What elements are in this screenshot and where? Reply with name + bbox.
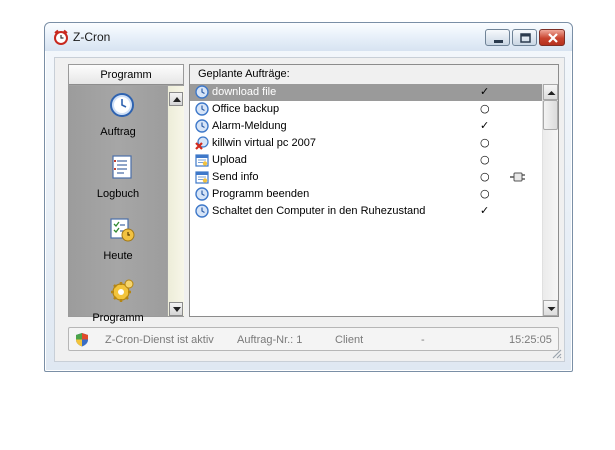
minimize-icon (494, 40, 503, 43)
window-title: Z-Cron (73, 30, 111, 44)
task-row[interactable]: Schaltet den Computer in den Ruhezustand… (190, 203, 542, 220)
clock-icon (110, 93, 134, 117)
task-status: ○ (480, 102, 490, 115)
nav-items: Auftrag Logbuch Heute Programm (69, 86, 167, 324)
clock-icon (195, 119, 209, 133)
task-status: ✓ (480, 85, 490, 98)
logbook-icon (112, 155, 132, 179)
nav-scroll-down-button[interactable] (169, 302, 183, 316)
task-name: Office backup (212, 103, 280, 115)
task-row[interactable]: Send info ○ (190, 169, 542, 186)
task-row[interactable]: Programm beenden ○ (190, 186, 542, 203)
nav-item-programm[interactable]: Programm (69, 278, 167, 330)
error-clock-icon (195, 136, 209, 150)
scroll-down-button[interactable] (543, 300, 558, 316)
nav-scroll-up-button[interactable] (169, 92, 183, 106)
security-shield-icon (76, 333, 88, 347)
clock-icon (195, 85, 209, 99)
minimize-button[interactable] (485, 29, 510, 46)
client-area: Programm Auftrag Logbuch Heute Programm … (54, 57, 565, 362)
task-row[interactable]: Upload ○ (190, 152, 542, 169)
nav-item-logbuch[interactable]: Logbuch (69, 154, 167, 206)
task-status: ○ (480, 136, 490, 149)
task-status: ○ (480, 153, 490, 166)
arrow-down-icon (547, 307, 556, 311)
status-time: 15:25:05 (509, 334, 552, 346)
scroll-up-button[interactable] (543, 84, 558, 100)
task-status: ○ (480, 170, 490, 183)
task-status: ○ (480, 187, 490, 200)
plug-icon (510, 172, 525, 182)
nav-item-heute[interactable]: Heute (69, 216, 167, 268)
status-mode: Client (335, 334, 364, 346)
task-row[interactable]: Office backup ○ (190, 101, 542, 118)
status-separator: - (421, 334, 425, 346)
nav-item-label: Heute (103, 250, 133, 262)
status-job-number: Auftrag-Nr.: 1 (237, 334, 303, 346)
close-button[interactable] (539, 29, 565, 46)
task-name: killwin virtual pc 2007 (212, 137, 316, 149)
task-status: ✓ (480, 204, 490, 217)
maximize-icon (520, 33, 531, 43)
status-service: Z-Cron-Dienst ist aktiv (105, 334, 214, 346)
calendar-icon (195, 171, 209, 184)
task-row[interactable]: download file ✓ (190, 84, 542, 101)
clock-icon (195, 102, 209, 116)
close-icon (548, 33, 558, 43)
nav-item-auftrag[interactable]: Auftrag (69, 92, 167, 144)
task-name: Programm beenden (212, 188, 310, 200)
task-status: ✓ (480, 119, 490, 132)
gear-icon (111, 279, 134, 302)
alarm-clock-icon (54, 29, 68, 45)
status-bar: Z-Cron-Dienst ist aktiv Auftrag-Nr.: 1 C… (68, 327, 559, 351)
task-list[interactable]: download file ✓ Office backup ○ Alarm-Meldun… (190, 84, 542, 316)
task-name: Upload (212, 154, 247, 166)
navigation-panel: Programm Auftrag Logbuch Heute Programm (68, 64, 184, 324)
task-row[interactable]: killwin virtual pc 2007 ○ (190, 135, 542, 152)
maximize-button[interactable] (512, 29, 537, 46)
task-list-header: Geplante Aufträge: (190, 65, 558, 84)
title-bar[interactable]: Z-Cron (45, 23, 572, 51)
nav-item-label: Programm (92, 312, 144, 324)
nav-scrollbar[interactable] (168, 86, 184, 316)
nav-header[interactable]: Programm (69, 65, 183, 85)
nav-item-label: Auftrag (100, 126, 136, 138)
task-list-panel: Geplante Aufträge: download file ✓ Office … (189, 64, 559, 317)
scroll-thumb[interactable] (543, 100, 558, 130)
resize-grip-icon[interactable] (550, 347, 562, 359)
nav-item-label: Logbuch (96, 188, 140, 200)
today-calendar-icon (110, 218, 135, 242)
clock-icon (195, 204, 209, 218)
arrow-up-icon (547, 91, 556, 95)
task-row[interactable]: Alarm-Meldung ✓ (190, 118, 542, 135)
clock-icon (195, 187, 209, 201)
arrow-down-icon (173, 307, 181, 312)
task-name: Alarm-Meldung (212, 120, 287, 132)
task-name: download file (212, 86, 277, 98)
calendar-icon (195, 154, 209, 167)
main-window: Z-Cron Programm Auftrag Logbuch Heute Pr… (44, 22, 573, 372)
arrow-up-icon (173, 97, 181, 102)
task-list-scrollbar[interactable] (542, 84, 558, 316)
task-name: Schaltet den Computer in den Ruhezustand (212, 205, 426, 217)
task-name: Send info (212, 171, 259, 183)
